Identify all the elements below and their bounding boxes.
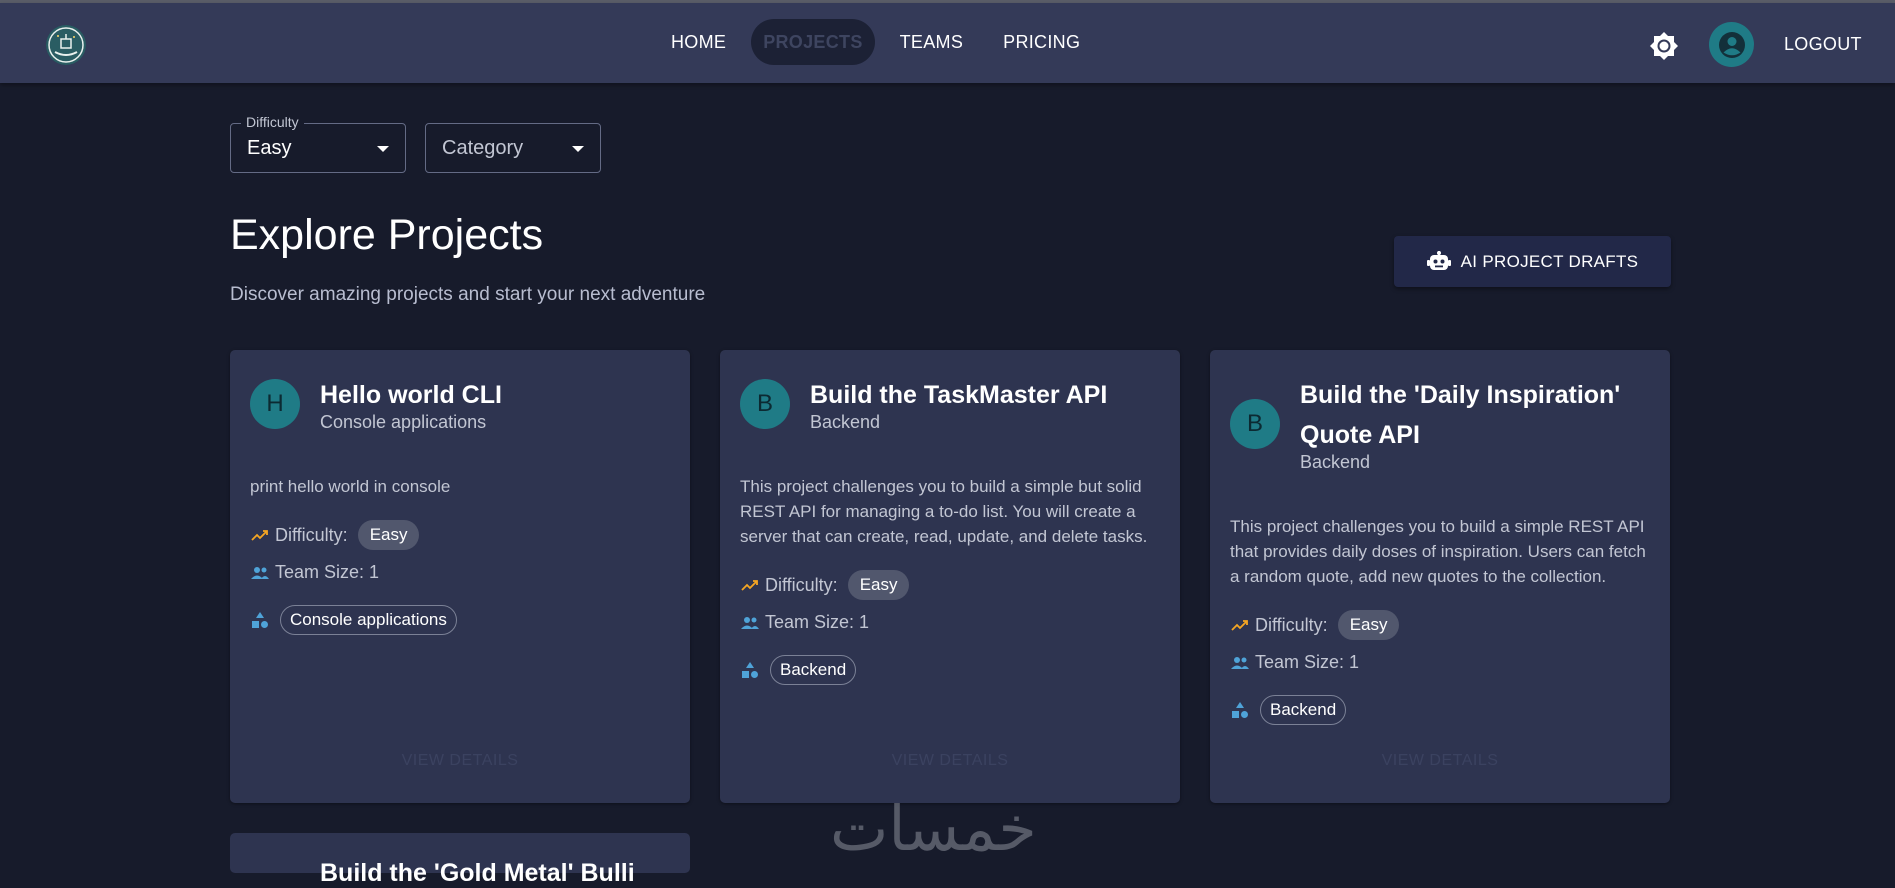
trending-up-icon (740, 575, 760, 595)
nav-home[interactable]: HOME (656, 19, 741, 65)
difficulty-select[interactable]: Difficulty Easy (230, 114, 406, 173)
theme-toggle-button[interactable] (1648, 30, 1680, 62)
view-details-button[interactable]: VIEW DETAILS (230, 752, 690, 770)
category-select-placeholder: Category (442, 137, 524, 159)
main-nav: HOME PROJECTS TEAMS PRICING (656, 19, 1105, 65)
difficulty-label: Difficulty: (765, 574, 838, 595)
view-details-button[interactable]: VIEW DETAILS (720, 752, 1180, 770)
difficulty-chip: Easy (1337, 610, 1400, 640)
project-title: Build the 'Gold Metal' Bulli (320, 859, 635, 887)
team-size: Team Size: 1 (1255, 652, 1360, 672)
category-chip[interactable]: Backend (770, 655, 857, 685)
project-avatar: B (740, 379, 790, 429)
top-navbar: HOME PROJECTS TEAMS PRICING LOGOUT (0, 3, 1895, 83)
project-avatar: B (1230, 399, 1280, 449)
watermark: خمسات (830, 792, 1037, 865)
team-size: Team Size: 1 (765, 612, 870, 632)
tags-row: Console applications (250, 605, 457, 635)
difficulty-label: Difficulty: (1255, 614, 1328, 635)
group-icon (1230, 653, 1250, 673)
difficulty-row: Difficulty: Easy (250, 520, 420, 550)
difficulty-row: Difficulty: Easy (740, 570, 910, 600)
category-shapes-icon (250, 610, 270, 630)
team-size-row: Team Size: 1 (1230, 652, 1359, 673)
logout-button[interactable]: LOGOUT (1784, 34, 1862, 55)
project-title: Build the TaskMaster API (810, 381, 1108, 409)
page-title: Explore Projects (230, 211, 544, 259)
project-avatar: H (250, 379, 300, 429)
difficulty-chip: Easy (357, 520, 420, 550)
ai-project-drafts-label: AI PROJECT DRAFTS (1460, 251, 1639, 271)
category-chip[interactable]: Backend (1260, 695, 1347, 725)
project-title: Build the 'Daily Inspiration' Quote API (1300, 381, 1621, 449)
project-category: Console applications (320, 412, 487, 432)
page-subtitle: Discover amazing projects and start your… (230, 284, 706, 305)
category-shapes-icon (1230, 700, 1250, 720)
team-size-row: Team Size: 1 (250, 562, 379, 583)
project-card[interactable]: H Hello world CLI Console applications p… (230, 350, 690, 803)
dropdown-arrow-icon (572, 146, 584, 152)
difficulty-label: Difficulty: (275, 524, 348, 545)
project-title: Hello world CLI (320, 381, 502, 409)
project-card[interactable]: B Build the 'Daily Inspiration' Quote AP… (1210, 350, 1670, 803)
tags-row: Backend (740, 655, 857, 685)
nav-pricing[interactable]: PRICING (988, 19, 1095, 65)
project-card[interactable]: B Build the TaskMaster API Backend This … (720, 350, 1180, 803)
trending-up-icon (250, 525, 270, 545)
group-icon (740, 613, 760, 633)
category-shapes-icon (740, 660, 760, 680)
difficulty-select-label: Difficulty (241, 114, 304, 130)
nav-teams[interactable]: TEAMS (885, 19, 979, 65)
difficulty-row: Difficulty: Easy (1230, 610, 1400, 640)
nav-projects[interactable]: PROJECTS (751, 19, 875, 65)
project-description: This project challenges you to build a s… (740, 477, 1148, 546)
tags-row: Backend (1230, 695, 1347, 725)
category-chip[interactable]: Console applications (280, 605, 457, 635)
project-card-partial[interactable]: Build the 'Gold Metal' Bulli (230, 833, 690, 887)
team-size-row: Team Size: 1 (740, 612, 869, 633)
logo-icon (46, 25, 86, 65)
project-category: Backend (810, 412, 881, 432)
ai-project-drafts-button[interactable]: AI PROJECT DRAFTS (1394, 236, 1671, 287)
view-details-button[interactable]: VIEW DETAILS (1210, 752, 1670, 770)
account-circle-icon (1718, 31, 1745, 58)
account-button[interactable] (1709, 22, 1754, 67)
trending-up-icon (1230, 615, 1250, 635)
brightness-icon (1650, 32, 1678, 60)
app-logo[interactable] (46, 25, 86, 65)
project-description: print hello world in console (250, 477, 451, 496)
category-select[interactable]: Category (425, 123, 601, 173)
group-icon (250, 563, 270, 583)
team-size: Team Size: 1 (275, 562, 380, 582)
difficulty-select-value: Easy (247, 137, 292, 159)
dropdown-arrow-icon (377, 146, 389, 152)
difficulty-chip: Easy (847, 570, 910, 600)
project-category: Backend (1300, 452, 1371, 472)
project-description: This project challenges you to build a s… (1230, 517, 1646, 586)
robot-icon (1426, 250, 1451, 270)
